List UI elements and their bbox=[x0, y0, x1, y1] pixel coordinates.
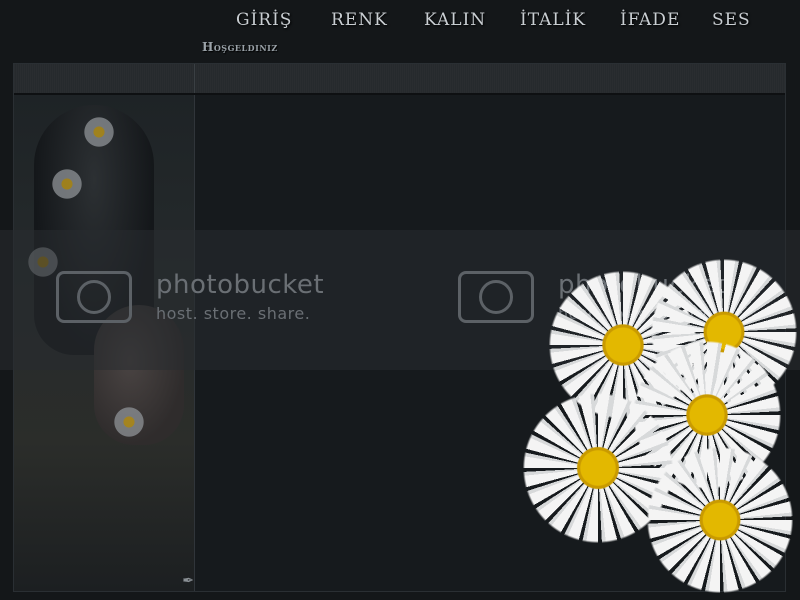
daisy-flower-icon bbox=[82, 115, 116, 149]
header-bar bbox=[14, 64, 785, 95]
daisy-flower-icon bbox=[112, 405, 146, 439]
top-navigation: GİRİŞ RENK KALIN İTALİK İFADE SES Hoşgel… bbox=[0, 0, 800, 62]
nav-item-ses[interactable]: SES bbox=[712, 10, 751, 30]
header-divider bbox=[194, 64, 195, 93]
feather-icon: ✒ bbox=[182, 573, 194, 589]
daisy-flower-icon bbox=[646, 446, 794, 594]
nav-item-ifade[interactable]: İFADE bbox=[620, 10, 680, 30]
welcome-text: Hoşgeldiniz bbox=[202, 40, 278, 54]
nav-item-renk[interactable]: RENK bbox=[331, 10, 388, 30]
daisy-flower-icon bbox=[50, 167, 84, 201]
nav-item-kalin[interactable]: KALIN bbox=[424, 10, 486, 30]
daisy-flower-icon bbox=[26, 245, 60, 279]
nav-item-giris[interactable]: GİRİŞ bbox=[236, 10, 292, 30]
left-image-panel: ✒ bbox=[14, 95, 195, 591]
page: GİRİŞ RENK KALIN İTALİK İFADE SES Hoşgel… bbox=[0, 0, 800, 600]
nav-item-italik[interactable]: İTALİK bbox=[520, 10, 586, 30]
